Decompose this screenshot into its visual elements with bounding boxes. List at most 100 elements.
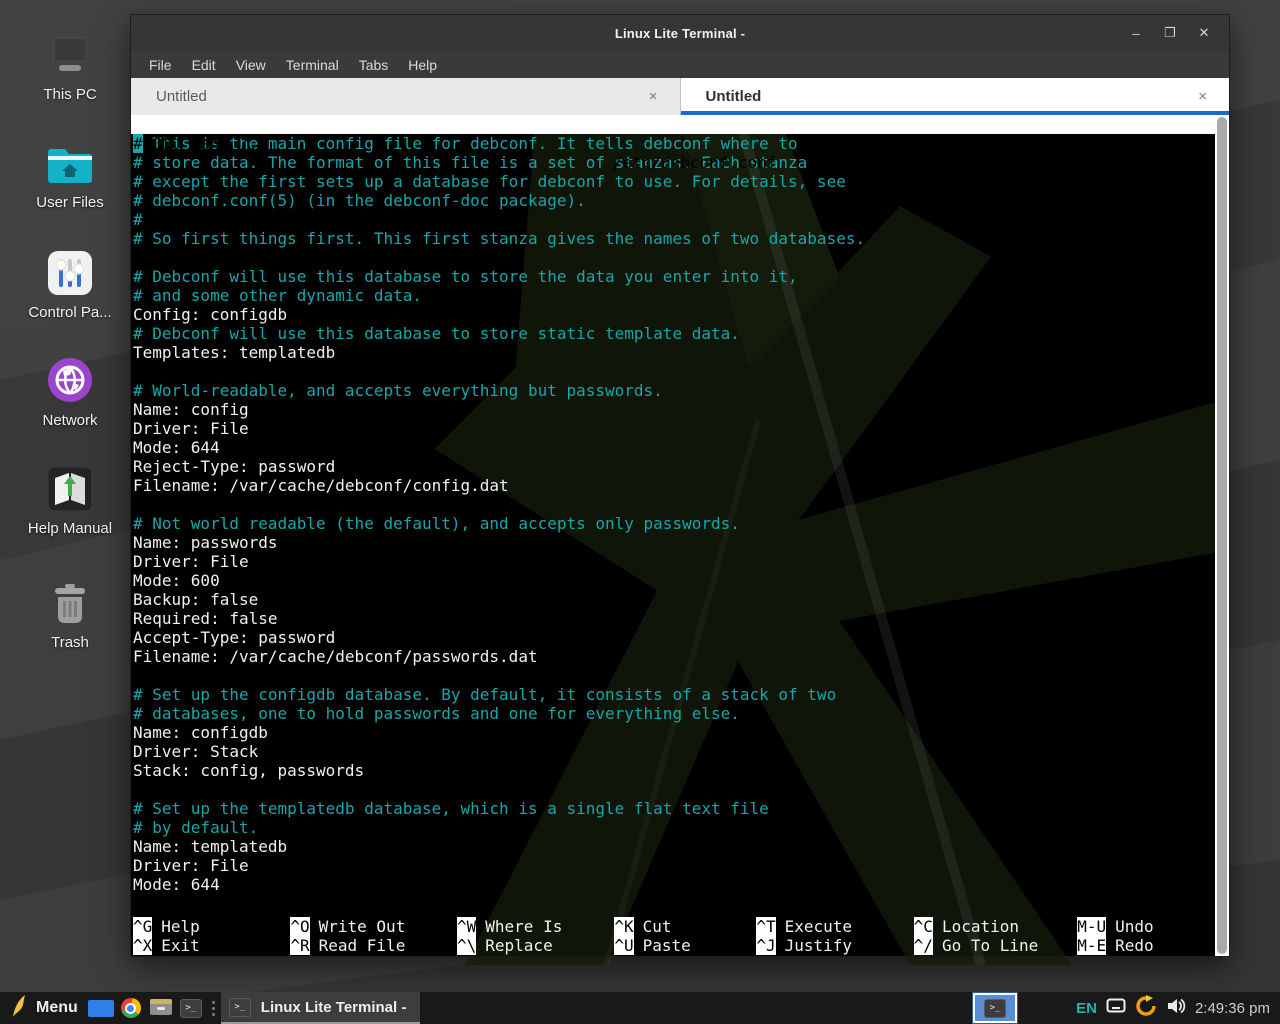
nano-buffer[interactable]: # This is the main config file for debco…: [131, 134, 1215, 894]
shortcut-key: ^\: [457, 936, 476, 955]
shortcut-item[interactable]: M-UUndo: [1077, 917, 1213, 936]
scrollbar-thumb[interactable]: [1217, 117, 1227, 954]
nano-shortcut-bar: ^GHelp^XExit^OWrite Out^RRead File^WWher…: [131, 917, 1215, 956]
tab-close-icon[interactable]: ×: [643, 86, 664, 107]
file-manager-launcher[interactable]: [146, 992, 176, 1024]
workspace-pager[interactable]: [86, 992, 116, 1024]
shortcut-label: Paste: [643, 936, 691, 955]
shortcut-key: ^R: [290, 936, 309, 955]
menu-button[interactable]: Menu: [6, 992, 86, 1024]
terminal-line: Name: templatedb: [133, 837, 1215, 856]
taskbar-left: Menu >_ >_ Linux Lite Terminal -: [6, 992, 420, 1024]
shortcut-column: M-UUndoM-ERedo: [1077, 917, 1213, 955]
terminal-launcher[interactable]: >_: [176, 992, 206, 1024]
tray-terminal-focused[interactable]: >_: [973, 993, 1017, 1023]
shortcut-label: Cut: [643, 917, 672, 936]
terminal-line: [133, 495, 1215, 514]
menu-button-label: Menu: [36, 999, 78, 1017]
desktop-icon-user-files[interactable]: User Files: [14, 138, 126, 211]
volume-icon[interactable]: [1166, 997, 1186, 1020]
shortcut-item[interactable]: ^OWrite Out: [290, 917, 457, 936]
shortcut-label: Redo: [1115, 936, 1154, 955]
shortcut-column: ^TExecute^JJustify: [756, 917, 913, 955]
maximize-button[interactable]: ❐: [1157, 22, 1183, 44]
shortcut-item[interactable]: ^GHelp: [133, 917, 290, 936]
taskbar-window-button[interactable]: >_ Linux Lite Terminal -: [221, 992, 421, 1024]
shortcut-key: ^W: [457, 917, 476, 936]
nano-version: GNU nano 7.2: [152, 134, 268, 153]
shortcut-key: ^/: [914, 936, 933, 955]
terminal-line: Filename: /var/cache/debconf/config.dat: [133, 476, 1215, 495]
terminal-line: [133, 248, 1215, 267]
tab-close-icon[interactable]: ×: [1192, 86, 1213, 107]
nano-editor[interactable]: GNU nano 7.2 /etc/debconf.conf # This is…: [131, 115, 1215, 956]
shortcut-item[interactable]: ^TExecute: [756, 917, 913, 936]
terminal-line: # databases, one to hold passwords and o…: [133, 704, 1215, 723]
menu-view[interactable]: View: [226, 54, 276, 76]
shortcut-item[interactable]: ^JJustify: [756, 936, 913, 955]
terminal-line: # and some other dynamic data.: [133, 286, 1215, 305]
shortcut-key: ^X: [133, 936, 152, 955]
terminal-line: Templates: templatedb: [133, 343, 1215, 362]
titlebar[interactable]: Linux Lite Terminal - – ❐ ✕: [131, 15, 1229, 51]
network-globe-icon: [46, 356, 94, 404]
terminal-line: # by default.: [133, 818, 1215, 837]
terminal-line: Name: configdb: [133, 723, 1215, 742]
terminal-line: Driver: File: [133, 552, 1215, 571]
menu-tabs[interactable]: Tabs: [349, 54, 399, 76]
shortcut-label: Execute: [785, 917, 852, 936]
close-button[interactable]: ✕: [1191, 22, 1217, 44]
shortcut-item[interactable]: ^XExit: [133, 936, 290, 955]
shortcut-column: ^OWrite Out^RRead File: [290, 917, 457, 955]
terminal-line: Backup: false: [133, 590, 1215, 609]
tab-bar: Untitled × Untitled ×: [131, 78, 1229, 115]
desktop-icon-this-pc[interactable]: This PC: [14, 30, 126, 103]
update-notifier-icon[interactable]: [1135, 995, 1157, 1022]
shortcut-column: ^C Location ^/ Go To Line: [914, 917, 1078, 955]
minimize-button[interactable]: –: [1123, 22, 1149, 44]
panel-grip-handle[interactable]: [206, 1001, 221, 1016]
trash-icon: [48, 578, 92, 626]
desktop-icon-control-panel[interactable]: Control Pa...: [14, 248, 126, 321]
help-manual-icon: [47, 464, 93, 512]
terminal-pane[interactable]: GNU nano 7.2 /etc/debconf.conf # This is…: [131, 115, 1229, 956]
keyboard-layout-indicator[interactable]: EN: [1076, 1000, 1097, 1017]
shortcut-item[interactable]: ^RRead File: [290, 936, 457, 955]
shortcut-item[interactable]: ^/ Go To Line: [914, 936, 1078, 955]
shortcut-label: Location: [942, 917, 1019, 936]
shortcut-item[interactable]: ^\Replace: [457, 936, 614, 955]
terminal-line: # debconf.conf(5) (in the debconf-doc pa…: [133, 191, 1215, 210]
tab-untitled-2[interactable]: Untitled ×: [681, 78, 1230, 115]
shortcut-key: ^C: [914, 917, 933, 936]
menu-file[interactable]: File: [139, 54, 182, 76]
desktop-icon-network[interactable]: Network: [14, 356, 126, 429]
terminal-scrollbar[interactable]: [1215, 115, 1229, 956]
menu-edit[interactable]: Edit: [182, 54, 226, 76]
terminal-line: Accept-Type: password: [133, 628, 1215, 647]
desktop-icon-help-manual[interactable]: Help Manual: [14, 464, 126, 537]
menu-help[interactable]: Help: [398, 54, 447, 76]
shortcut-item[interactable]: M-ERedo: [1077, 936, 1213, 955]
clock[interactable]: 2:49:36 pm: [1195, 1000, 1274, 1017]
shortcut-label: Go To Line: [942, 936, 1038, 955]
menubar: File Edit View Terminal Tabs Help: [131, 51, 1229, 78]
shortcut-item[interactable]: ^KCut: [614, 917, 756, 936]
shortcut-column: ^WWhere Is^\Replace: [457, 917, 614, 955]
terminal-line: Mode: 600: [133, 571, 1215, 590]
file-manager-icon: [149, 996, 173, 1021]
terminal-line: # World-readable, and accepts everything…: [133, 381, 1215, 400]
terminal-line: # Debconf will use this database to stor…: [133, 324, 1215, 343]
chrome-launcher[interactable]: [116, 992, 146, 1024]
shortcut-key: ^U: [614, 936, 633, 955]
tab-untitled-1[interactable]: Untitled ×: [131, 78, 681, 115]
shortcut-label: Help: [161, 917, 200, 936]
desktop-icon-trash[interactable]: Trash: [14, 578, 126, 651]
desktop-icon-label: Network: [42, 412, 97, 429]
shortcut-item[interactable]: ^C Location: [914, 917, 1078, 936]
terminal-line: # Set up the configdb database. By defau…: [133, 685, 1215, 704]
shortcut-item[interactable]: ^WWhere Is: [457, 917, 614, 936]
display-keyboard-icon[interactable]: [1106, 998, 1126, 1018]
shortcut-column: ^KCut^U Paste: [614, 917, 756, 955]
menu-terminal[interactable]: Terminal: [276, 54, 349, 76]
shortcut-item[interactable]: ^U Paste: [614, 936, 756, 955]
